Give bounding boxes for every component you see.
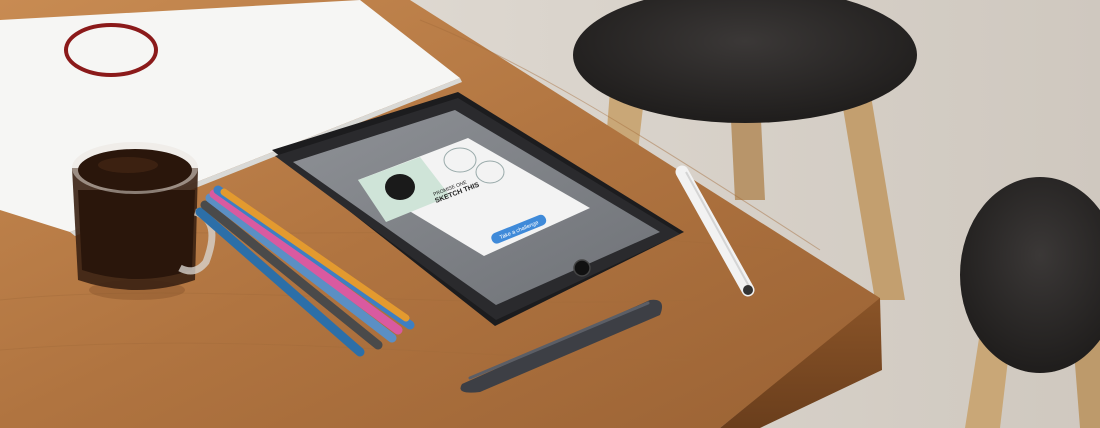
coffee-cup [72, 142, 216, 300]
product-photo-scene: PROMISE ONE SKETCH THIS Take a challenge [0, 0, 1100, 428]
home-button [573, 259, 591, 277]
bear-illustration [385, 174, 415, 200]
